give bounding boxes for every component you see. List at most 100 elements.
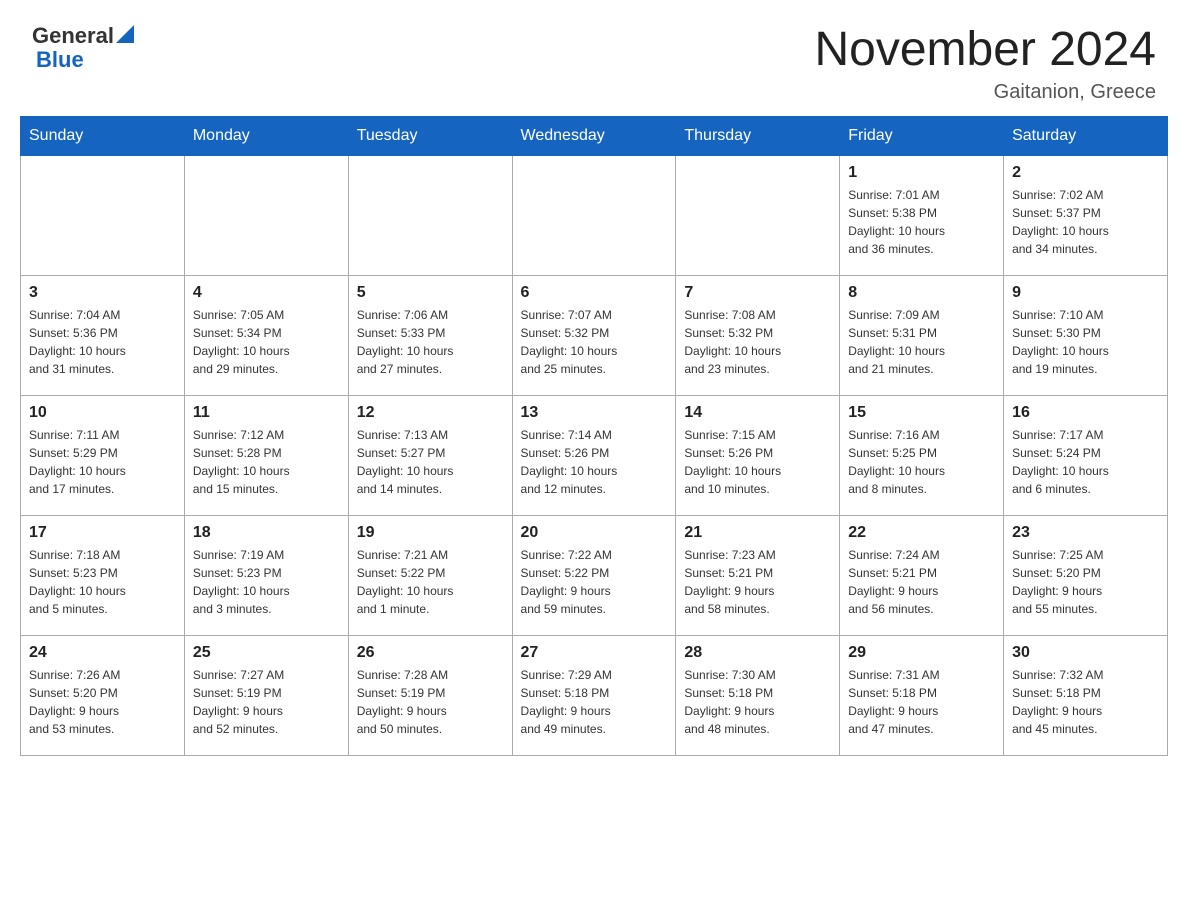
day-number: 20 bbox=[521, 524, 668, 542]
month-year-title: November 2024 bbox=[814, 24, 1156, 77]
day-info: Sunrise: 7:32 AM Sunset: 5:18 PM Dayligh… bbox=[1012, 666, 1159, 738]
day-info: Sunrise: 7:13 AM Sunset: 5:27 PM Dayligh… bbox=[357, 426, 504, 498]
day-info: Sunrise: 7:07 AM Sunset: 5:32 PM Dayligh… bbox=[521, 306, 668, 378]
calendar-cell: 3 Sunrise: 7:04 AM Sunset: 5:36 PM Daylig… bbox=[21, 275, 185, 395]
calendar-cell: 12 Sunrise: 7:13 AM Sunset: 5:27 PM Dayli… bbox=[348, 395, 512, 515]
day-number: 14 bbox=[684, 404, 831, 422]
day-info: Sunrise: 7:26 AM Sunset: 5:20 PM Dayligh… bbox=[29, 666, 176, 738]
calendar-cell: 18 Sunrise: 7:19 AM Sunset: 5:23 PM Dayli… bbox=[184, 515, 348, 635]
calendar-cell: 19Sunrise: 7:21 AM Sunset: 5:22 PM Dayli… bbox=[348, 515, 512, 635]
weekday-header-row: SundayMondayTuesdayWednesdayThursdayFrid… bbox=[21, 116, 1168, 155]
day-number: 7 bbox=[684, 284, 831, 302]
day-info: Sunrise: 7:14 AM Sunset: 5:26 PM Dayligh… bbox=[521, 426, 668, 498]
day-number: 9 bbox=[1012, 284, 1159, 302]
day-number: 10 bbox=[29, 404, 176, 422]
logo-blue-text: Blue bbox=[36, 47, 84, 72]
calendar-cell: 6 Sunrise: 7:07 AM Sunset: 5:32 PM Daylig… bbox=[512, 275, 676, 395]
weekday-header-friday: Friday bbox=[840, 116, 1004, 155]
calendar-cell: 25Sunrise: 7:27 AM Sunset: 5:19 PM Dayli… bbox=[184, 635, 348, 755]
day-info: Sunrise: 7:12 AM Sunset: 5:28 PM Dayligh… bbox=[193, 426, 340, 498]
calendar-cell: 17 Sunrise: 7:18 AM Sunset: 5:23 PM Dayli… bbox=[21, 515, 185, 635]
title-block: November 2024 Gaitanion, Greece bbox=[814, 24, 1156, 104]
calendar-cell: 10 Sunrise: 7:11 AM Sunset: 5:29 PM Dayli… bbox=[21, 395, 185, 515]
day-number: 23 bbox=[1012, 524, 1159, 542]
day-info: Sunrise: 7:02 AM Sunset: 5:37 PM Dayligh… bbox=[1012, 186, 1159, 258]
week-row-0: 1 Sunrise: 7:01 AM Sunset: 5:38 PM Daylig… bbox=[21, 155, 1168, 275]
day-info: Sunrise: 7:11 AM Sunset: 5:29 PM Dayligh… bbox=[29, 426, 176, 498]
week-row-2: 10 Sunrise: 7:11 AM Sunset: 5:29 PM Dayli… bbox=[21, 395, 1168, 515]
day-number: 21 bbox=[684, 524, 831, 542]
day-number: 27 bbox=[521, 644, 668, 662]
calendar-cell: 13 Sunrise: 7:14 AM Sunset: 5:26 PM Dayli… bbox=[512, 395, 676, 515]
day-info: Sunrise: 7:21 AM Sunset: 5:22 PM Dayligh… bbox=[357, 546, 504, 618]
day-info: Sunrise: 7:10 AM Sunset: 5:30 PM Dayligh… bbox=[1012, 306, 1159, 378]
day-number: 8 bbox=[848, 284, 995, 302]
calendar-cell: 2Sunrise: 7:02 AM Sunset: 5:37 PM Daylig… bbox=[1004, 155, 1168, 275]
calendar-cell: 14Sunrise: 7:15 AM Sunset: 5:26 PM Dayli… bbox=[676, 395, 840, 515]
day-info: Sunrise: 7:17 AM Sunset: 5:24 PM Dayligh… bbox=[1012, 426, 1159, 498]
weekday-header-tuesday: Tuesday bbox=[348, 116, 512, 155]
calendar-cell: 26Sunrise: 7:28 AM Sunset: 5:19 PM Dayli… bbox=[348, 635, 512, 755]
day-number: 24 bbox=[29, 644, 176, 662]
page-header: General Blue November 2024 Gaitanion, Gr… bbox=[0, 0, 1188, 116]
day-number: 1 bbox=[848, 164, 995, 182]
day-number: 17 bbox=[29, 524, 176, 542]
day-info: Sunrise: 7:25 AM Sunset: 5:20 PM Dayligh… bbox=[1012, 546, 1159, 618]
day-number: 3 bbox=[29, 284, 176, 302]
day-info: Sunrise: 7:22 AM Sunset: 5:22 PM Dayligh… bbox=[521, 546, 668, 618]
day-number: 29 bbox=[848, 644, 995, 662]
day-info: Sunrise: 7:31 AM Sunset: 5:18 PM Dayligh… bbox=[848, 666, 995, 738]
calendar-table: SundayMondayTuesdayWednesdayThursdayFrid… bbox=[20, 116, 1168, 756]
calendar-cell: 23 Sunrise: 7:25 AM Sunset: 5:20 PM Dayli… bbox=[1004, 515, 1168, 635]
weekday-header-wednesday: Wednesday bbox=[512, 116, 676, 155]
day-number: 4 bbox=[193, 284, 340, 302]
day-info: Sunrise: 7:24 AM Sunset: 5:21 PM Dayligh… bbox=[848, 546, 995, 618]
week-row-4: 24 Sunrise: 7:26 AM Sunset: 5:20 PM Dayli… bbox=[21, 635, 1168, 755]
calendar-cell: 22 Sunrise: 7:24 AM Sunset: 5:21 PM Dayli… bbox=[840, 515, 1004, 635]
weekday-header-monday: Monday bbox=[184, 116, 348, 155]
calendar-cell: 7Sunrise: 7:08 AM Sunset: 5:32 PM Daylig… bbox=[676, 275, 840, 395]
day-number: 15 bbox=[848, 404, 995, 422]
day-info: Sunrise: 7:30 AM Sunset: 5:18 PM Dayligh… bbox=[684, 666, 831, 738]
day-number: 12 bbox=[357, 404, 504, 422]
day-info: Sunrise: 7:04 AM Sunset: 5:36 PM Dayligh… bbox=[29, 306, 176, 378]
weekday-header-saturday: Saturday bbox=[1004, 116, 1168, 155]
calendar-cell bbox=[21, 155, 185, 275]
day-number: 13 bbox=[521, 404, 668, 422]
day-number: 26 bbox=[357, 644, 504, 662]
logo-general-text: General bbox=[32, 24, 114, 48]
calendar-cell: 8 Sunrise: 7:09 AM Sunset: 5:31 PM Daylig… bbox=[840, 275, 1004, 395]
calendar-cell: 15Sunrise: 7:16 AM Sunset: 5:25 PM Dayli… bbox=[840, 395, 1004, 515]
logo: General Blue bbox=[32, 24, 134, 72]
calendar-cell: 28 Sunrise: 7:30 AM Sunset: 5:18 PM Dayli… bbox=[676, 635, 840, 755]
calendar-cell: 16 Sunrise: 7:17 AM Sunset: 5:24 PM Dayli… bbox=[1004, 395, 1168, 515]
day-info: Sunrise: 7:09 AM Sunset: 5:31 PM Dayligh… bbox=[848, 306, 995, 378]
calendar-cell bbox=[676, 155, 840, 275]
weekday-header-thursday: Thursday bbox=[676, 116, 840, 155]
day-number: 22 bbox=[848, 524, 995, 542]
day-number: 25 bbox=[193, 644, 340, 662]
week-row-1: 3 Sunrise: 7:04 AM Sunset: 5:36 PM Daylig… bbox=[21, 275, 1168, 395]
calendar-cell bbox=[348, 155, 512, 275]
day-number: 16 bbox=[1012, 404, 1159, 422]
day-info: Sunrise: 7:01 AM Sunset: 5:38 PM Dayligh… bbox=[848, 186, 995, 258]
day-number: 30 bbox=[1012, 644, 1159, 662]
day-info: Sunrise: 7:18 AM Sunset: 5:23 PM Dayligh… bbox=[29, 546, 176, 618]
day-number: 18 bbox=[193, 524, 340, 542]
calendar-cell bbox=[512, 155, 676, 275]
day-number: 28 bbox=[684, 644, 831, 662]
day-number: 6 bbox=[521, 284, 668, 302]
logo-triangle-icon bbox=[116, 25, 134, 43]
week-row-3: 17 Sunrise: 7:18 AM Sunset: 5:23 PM Dayli… bbox=[21, 515, 1168, 635]
calendar-cell: 24 Sunrise: 7:26 AM Sunset: 5:20 PM Dayli… bbox=[21, 635, 185, 755]
calendar-cell bbox=[184, 155, 348, 275]
calendar-cell: 21 Sunrise: 7:23 AM Sunset: 5:21 PM Dayli… bbox=[676, 515, 840, 635]
day-info: Sunrise: 7:29 AM Sunset: 5:18 PM Dayligh… bbox=[521, 666, 668, 738]
location-subtitle: Gaitanion, Greece bbox=[814, 81, 1156, 104]
day-number: 11 bbox=[193, 404, 340, 422]
calendar-cell: 9 Sunrise: 7:10 AM Sunset: 5:30 PM Daylig… bbox=[1004, 275, 1168, 395]
day-info: Sunrise: 7:06 AM Sunset: 5:33 PM Dayligh… bbox=[357, 306, 504, 378]
day-info: Sunrise: 7:23 AM Sunset: 5:21 PM Dayligh… bbox=[684, 546, 831, 618]
calendar-cell: 11 Sunrise: 7:12 AM Sunset: 5:28 PM Dayli… bbox=[184, 395, 348, 515]
day-info: Sunrise: 7:19 AM Sunset: 5:23 PM Dayligh… bbox=[193, 546, 340, 618]
